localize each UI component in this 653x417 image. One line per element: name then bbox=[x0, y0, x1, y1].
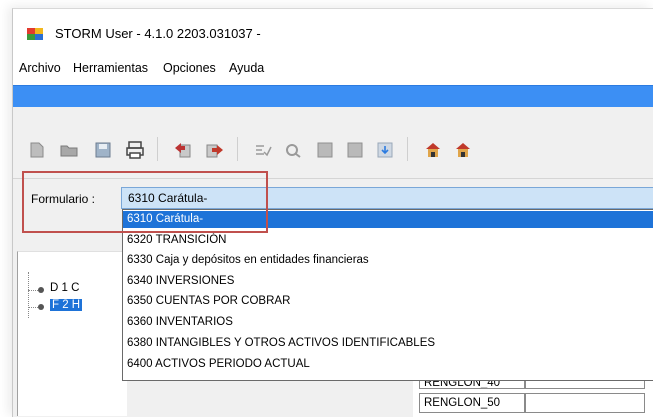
storm-app-icon bbox=[27, 28, 43, 40]
form-select[interactable]: 6310 Carátula- bbox=[121, 187, 653, 209]
tree-item-selected[interactable]: F 2 H bbox=[50, 299, 83, 311]
tree-node-icon bbox=[38, 287, 44, 293]
app-window: STORM User - 4.1.0 2203.031037 - Archivo… bbox=[12, 8, 653, 417]
tree-item[interactable]: D 1 C bbox=[50, 282, 79, 294]
import-icon[interactable] bbox=[205, 141, 225, 159]
menu-opciones[interactable]: Opciones bbox=[163, 61, 216, 75]
form-label: Formulario : bbox=[31, 192, 96, 206]
house-icon[interactable] bbox=[453, 141, 473, 159]
form-dropdown-list: 6310 Carátula- 6320 TRANSICIÓN 6330 Caja… bbox=[122, 209, 653, 381]
tree-connector bbox=[28, 272, 29, 318]
dropdown-option[interactable]: 6380 INTANGIBLES Y OTROS ACTIVOS IDENTIF… bbox=[123, 335, 653, 352]
dropdown-option[interactable]: 6340 INVERSIONES bbox=[123, 273, 653, 290]
dropdown-option[interactable]: 6320 TRANSICIÓN bbox=[123, 232, 653, 249]
form-select-value: 6310 Carátula- bbox=[128, 191, 208, 205]
validate-icon[interactable] bbox=[253, 141, 273, 159]
menu-ayuda[interactable]: Ayuda bbox=[229, 61, 264, 75]
dropdown-option[interactable]: 6350 CUENTAS POR COBRAR bbox=[123, 293, 653, 310]
window-title: STORM User - 4.1.0 2203.031037 - bbox=[55, 26, 261, 41]
grid-icon[interactable] bbox=[345, 141, 365, 159]
new-icon[interactable] bbox=[27, 141, 47, 159]
settings-icon[interactable] bbox=[283, 141, 303, 159]
tree-panel: D 1 C F 2 H bbox=[17, 251, 127, 416]
menu-archivo[interactable]: Archivo bbox=[19, 61, 61, 75]
export-icon[interactable] bbox=[173, 141, 193, 159]
title-bar: STORM User - 4.1.0 2203.031037 - bbox=[13, 9, 653, 43]
toolbar-separator bbox=[407, 137, 408, 161]
grid-cell[interactable] bbox=[525, 393, 645, 413]
dropdown-option[interactable]: 6330 Caja y depósitos en entidades finan… bbox=[123, 252, 653, 269]
grid-row-label[interactable]: RENGLON_50 bbox=[419, 393, 525, 413]
toolbar-separator bbox=[157, 137, 158, 161]
save-icon[interactable] bbox=[93, 141, 113, 159]
dropdown-option[interactable]: 6310 Carátula- bbox=[123, 211, 653, 228]
data-grid: RENGLON_40 RENGLON_50 bbox=[413, 377, 653, 417]
menu-bar: Archivo Herramientas Opciones Ayuda bbox=[13, 43, 653, 85]
toolbar-separator bbox=[237, 137, 238, 161]
print-icon[interactable] bbox=[125, 141, 145, 159]
tree-node-icon bbox=[38, 304, 44, 310]
open-icon[interactable] bbox=[59, 141, 79, 159]
download-icon[interactable] bbox=[375, 141, 395, 159]
toolbar bbox=[13, 107, 653, 179]
accent-bar bbox=[13, 85, 653, 107]
dropdown-option[interactable]: 6360 INVENTARIOS bbox=[123, 314, 653, 331]
menu-herramientas[interactable]: Herramientas bbox=[73, 61, 148, 75]
house-icon[interactable] bbox=[423, 141, 443, 159]
dropdown-option[interactable]: 6400 ACTIVOS PERIODO ACTUAL bbox=[123, 356, 653, 373]
table-icon[interactable] bbox=[315, 141, 335, 159]
